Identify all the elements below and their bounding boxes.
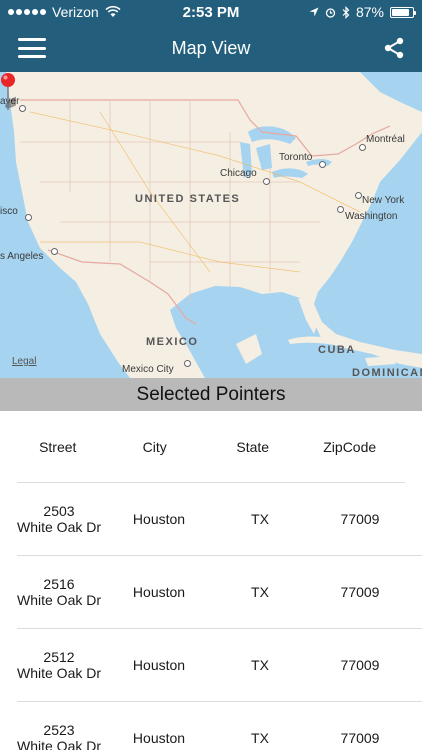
map-view[interactable]: aver isco s Angeles UNITED STATES Chicag… [0,72,422,378]
bluetooth-icon [342,5,350,19]
cell-zipcode: 77009 [340,511,380,527]
cell-zipcode: 77009 [340,730,380,746]
map-label-chicago: Chicago [220,168,257,179]
cell-zipcode: 77009 [340,657,380,673]
map-label-united-states: UNITED STATES [135,193,241,205]
cell-street: 2512 White Oak Dr [17,649,101,681]
cell-street: 2503 White Oak Dr [17,503,101,535]
nav-bar: Map View [0,24,422,72]
city-dot [355,192,362,199]
cell-street: 2523 White Oak Dr [17,722,101,750]
header-street: Street [39,438,77,455]
city-dot [25,214,32,221]
page-title: Map View [171,37,251,58]
cell-zipcode: 77009 [340,584,380,600]
map-label-newyork: New York [362,195,405,206]
street-number: 2512 [43,649,75,665]
cell-city: Houston [132,730,186,746]
status-left: Verizon [8,4,121,20]
battery-icon [390,6,416,18]
header-city: City [142,438,167,455]
map-label-mexico: MEXICO [146,336,199,348]
map-background [0,72,422,378]
table-row[interactable]: 2512 White Oak Dr Houston TX 77009 [17,629,422,702]
cell-street: 2516 White Oak Dr [17,576,101,608]
cell-state: TX [251,657,269,673]
city-dot [359,144,366,151]
table-row[interactable]: 2523 White Oak Dr Houston TX 77009 [17,702,422,750]
map-label-dominican: DOMINICAN [352,367,422,378]
city-dot [319,161,326,168]
cell-city: Houston [132,584,186,600]
table-row[interactable]: 2516 White Oak Dr Houston TX 77009 [17,556,422,629]
map-label-washington: Washington [345,211,398,222]
cell-state: TX [251,730,269,746]
status-right: 87% [309,4,416,20]
section-title: Selected Pointers [0,378,422,411]
map-label-sanfrancisco: isco [0,206,18,217]
status-bar: Verizon 2:53 PM 87% [0,0,422,24]
cell-city: Houston [132,657,186,673]
share-icon[interactable] [382,36,406,60]
map-label-toronto: Toronto [279,152,313,163]
wifi-icon [105,6,121,17]
street-name: White Oak Dr [17,519,102,535]
carrier-name: Verizon [52,4,99,20]
street-name: White Oak Dr [17,665,102,681]
street-name: White Oak Dr [17,738,102,750]
cell-state: TX [251,511,269,527]
street-number: 2516 [43,576,75,592]
map-label-cuba: CUBA [318,344,356,356]
battery-percent: 87% [355,4,384,20]
street-number: 2503 [43,503,75,519]
hamburger-menu-icon[interactable] [18,38,46,58]
street-name: White Oak Dr [17,592,102,608]
street-number: 2523 [43,722,75,738]
map-label-mexico-city: Mexico City [122,364,174,375]
battery-level-fill [392,8,410,16]
pointers-table: Street City State ZipCode 2503 White Oak… [0,411,422,750]
map-label-montreal: Montréal [366,134,405,145]
city-dot [184,360,191,367]
map-pin-icon[interactable] [0,72,16,112]
map-label-losangeles: s Angeles [0,251,44,262]
header-state: State [236,438,270,455]
city-dot [263,178,270,185]
location-arrow-icon [309,7,319,17]
cell-state: TX [251,584,269,600]
signal-strength-icon [8,9,46,15]
legal-link[interactable]: Legal [12,356,36,367]
city-dot [51,248,58,255]
header-zipcode: ZipCode [323,438,377,455]
cell-city: Houston [132,511,186,527]
table-row[interactable]: 2503 White Oak Dr Houston TX 77009 [17,483,422,556]
city-dot [19,105,26,112]
table-header-row: Street City State ZipCode [17,411,405,483]
city-dot [337,206,344,213]
alarm-icon [325,7,336,18]
